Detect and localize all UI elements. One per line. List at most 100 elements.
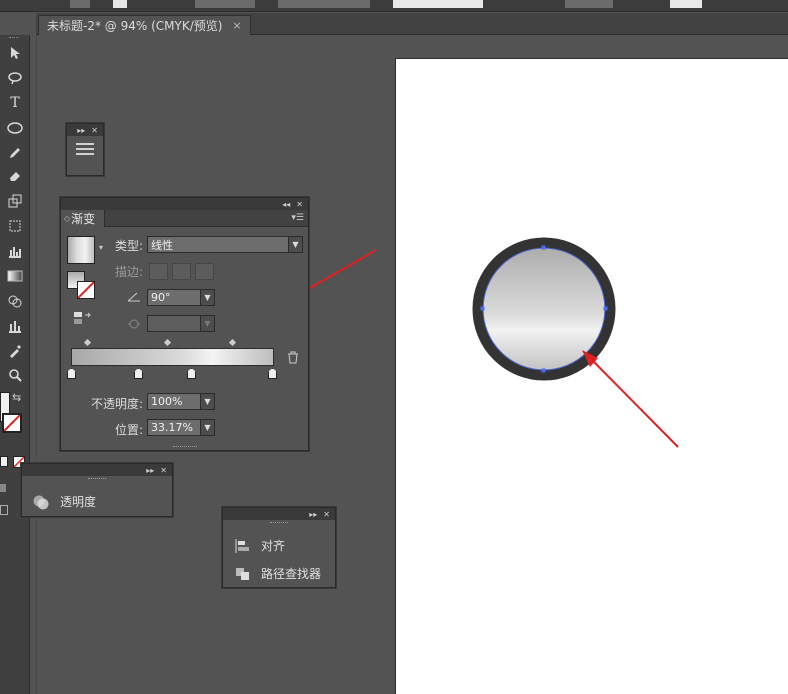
column-graph-tool-icon[interactable] [4,316,26,336]
location-input[interactable]: 33.17% ▼ [147,419,215,436]
expand-icon[interactable]: ▸▸ [146,466,154,475]
swap-colors-icon[interactable]: ⇆ [12,391,21,404]
illustrator-window: T ⇆ 未标题-2* @ 94% (CMYK/预览) × ▸▸ ✕ ◂◂ ✕ ◇… [0,0,788,694]
expand-icon[interactable]: ▸▸ [309,510,317,519]
gradient-stop[interactable] [187,368,196,379]
tab-gradient[interactable]: ◇ 渐变 [61,210,105,227]
document-tab[interactable]: 未标题-2* @ 94% (CMYK/预览) × [38,15,251,35]
gradient-tool-icon[interactable] [4,266,26,286]
opacity-value: 100% [151,395,183,408]
selection-tool-icon[interactable] [4,43,26,63]
collapse-icon[interactable]: ◂◂ [282,200,290,209]
close-icon[interactable]: ✕ [91,126,98,135]
close-icon[interactable]: ✕ [296,200,303,209]
align-pathfinder-panel: ▸▸ ✕ 对齐 路径查找器 [222,507,336,588]
collapsed-panel-header: ▸▸ ✕ [67,124,103,136]
chevron-down-icon[interactable]: ▼ [200,316,214,331]
close-tab-icon[interactable]: × [232,19,241,32]
stroke-none-swatch[interactable] [77,281,95,299]
midpoint-diamond[interactable] [83,338,92,347]
gradient-panel-header: ◂◂ ✕ [61,198,308,210]
aspect-ratio-input[interactable]: ▼ [147,315,215,332]
angle-value: 90° [151,291,171,304]
stroke-across-button[interactable] [195,263,214,280]
angle-icon [127,292,141,302]
angle-input[interactable]: 90° ▼ [147,289,215,306]
pencil-tool-icon[interactable] [4,143,26,163]
stroke-within-button[interactable] [149,263,168,280]
panel-menu-icon[interactable] [76,143,94,155]
eyedropper-tool-icon[interactable] [4,341,26,361]
gradient-tab-row: ◇ 渐变 ▾☰ [61,210,308,227]
midpoint-diamond[interactable] [228,338,237,347]
chevron-down-icon[interactable]: ▼ [288,237,302,252]
align-panel-item[interactable]: 对齐 [235,537,285,554]
chevron-down-icon[interactable]: ▼ [200,420,214,435]
align-label: 对齐 [261,539,286,553]
tab-gradient-label: 渐变 [71,212,96,226]
delete-stop-icon[interactable] [287,351,299,364]
transparency-label: 透明度 [60,495,97,509]
free-transform-tool-icon[interactable] [4,216,26,236]
gradient-preview-swatch[interactable] [67,236,95,264]
color-mode-icon[interactable] [0,456,8,467]
screen-mode-icon[interactable] [0,505,8,515]
panel-resize-grip[interactable] [173,446,197,449]
type-tool-icon[interactable]: T [4,93,26,113]
gradient-type-value: 线性 [151,238,173,252]
document-tab-title: 未标题-2* @ 94% (CMYK/预览) [47,19,223,33]
chevron-down-icon[interactable]: ▼ [200,290,214,305]
zoom-tool-icon[interactable] [4,365,26,385]
gradient-type-select[interactable]: 线性 ▼ [147,236,303,253]
location-label: 位置: [115,423,144,437]
gradient-panel: ◂◂ ✕ ◇ 渐变 ▾☰ ▾ 类型: 线性 ▼ 描边: 90° ▼ ▼ 不透明度… [60,197,309,451]
gradient-circle-artwork[interactable] [471,236,617,382]
tools-panel: T ⇆ [0,35,30,694]
midpoint-diamond[interactable] [163,338,172,347]
panel-grip[interactable] [270,522,288,525]
tools-panel-grip[interactable] [9,37,19,39]
pathfinder-label: 路径查找器 [261,567,322,581]
gradient-slider[interactable] [71,348,274,366]
expand-icon[interactable]: ▸▸ [77,126,85,135]
type-label: 类型: [115,239,144,253]
graph-tool-icon[interactable] [4,241,26,261]
transparency-panel-header: ▸▸ ✕ [22,464,172,476]
pathfinder-panel-item[interactable]: 路径查找器 [235,565,321,582]
stroke-color-swatch[interactable] [2,413,22,433]
gradient-stop[interactable] [67,368,76,379]
reverse-gradient-icon[interactable] [73,311,91,325]
lasso-tool-icon[interactable] [4,68,26,88]
stroke-label: 描边: [115,265,144,279]
aspect-ratio-icon [127,317,141,331]
transparency-panel-item[interactable]: 透明度 [32,493,96,510]
brush-field[interactable] [393,0,483,8]
gradient-stop[interactable] [268,368,277,379]
panel-options-icon[interactable]: ▾☰ [291,213,304,223]
tab-toggle-icon[interactable]: ◇ [64,214,70,223]
fill-swatch[interactable] [70,0,90,8]
ellipse-tool-icon[interactable] [4,118,26,138]
scale-tool-icon[interactable] [4,191,26,211]
close-icon[interactable]: ✕ [323,510,330,519]
panel-grip[interactable] [88,478,106,481]
stroke-along-button[interactable] [172,263,191,280]
eraser-tool-icon[interactable] [4,166,26,186]
close-icon[interactable]: ✕ [160,466,167,475]
document-tab-bar: 未标题-2* @ 94% (CMYK/预览) × [36,13,788,35]
variable-width-field[interactable] [278,0,370,8]
stroke-swatch[interactable] [113,0,127,8]
draw-mode-icon[interactable] [0,484,6,492]
opacity-field[interactable] [565,0,613,8]
gradient-preset-dropdown-icon[interactable]: ▾ [99,243,103,252]
shape-builder-tool-icon[interactable] [4,291,26,311]
chevron-down-icon[interactable]: ▼ [200,394,214,409]
stroke-weight-field[interactable] [195,0,255,8]
location-value: 33.17% [151,421,193,434]
opacity-label: 不透明度: [91,397,144,411]
style-swatch[interactable] [670,0,702,8]
opacity-input[interactable]: 100% ▼ [147,393,215,410]
gradient-stop[interactable] [134,368,143,379]
align-icon [235,538,251,553]
pasteboard-edge [36,35,37,694]
